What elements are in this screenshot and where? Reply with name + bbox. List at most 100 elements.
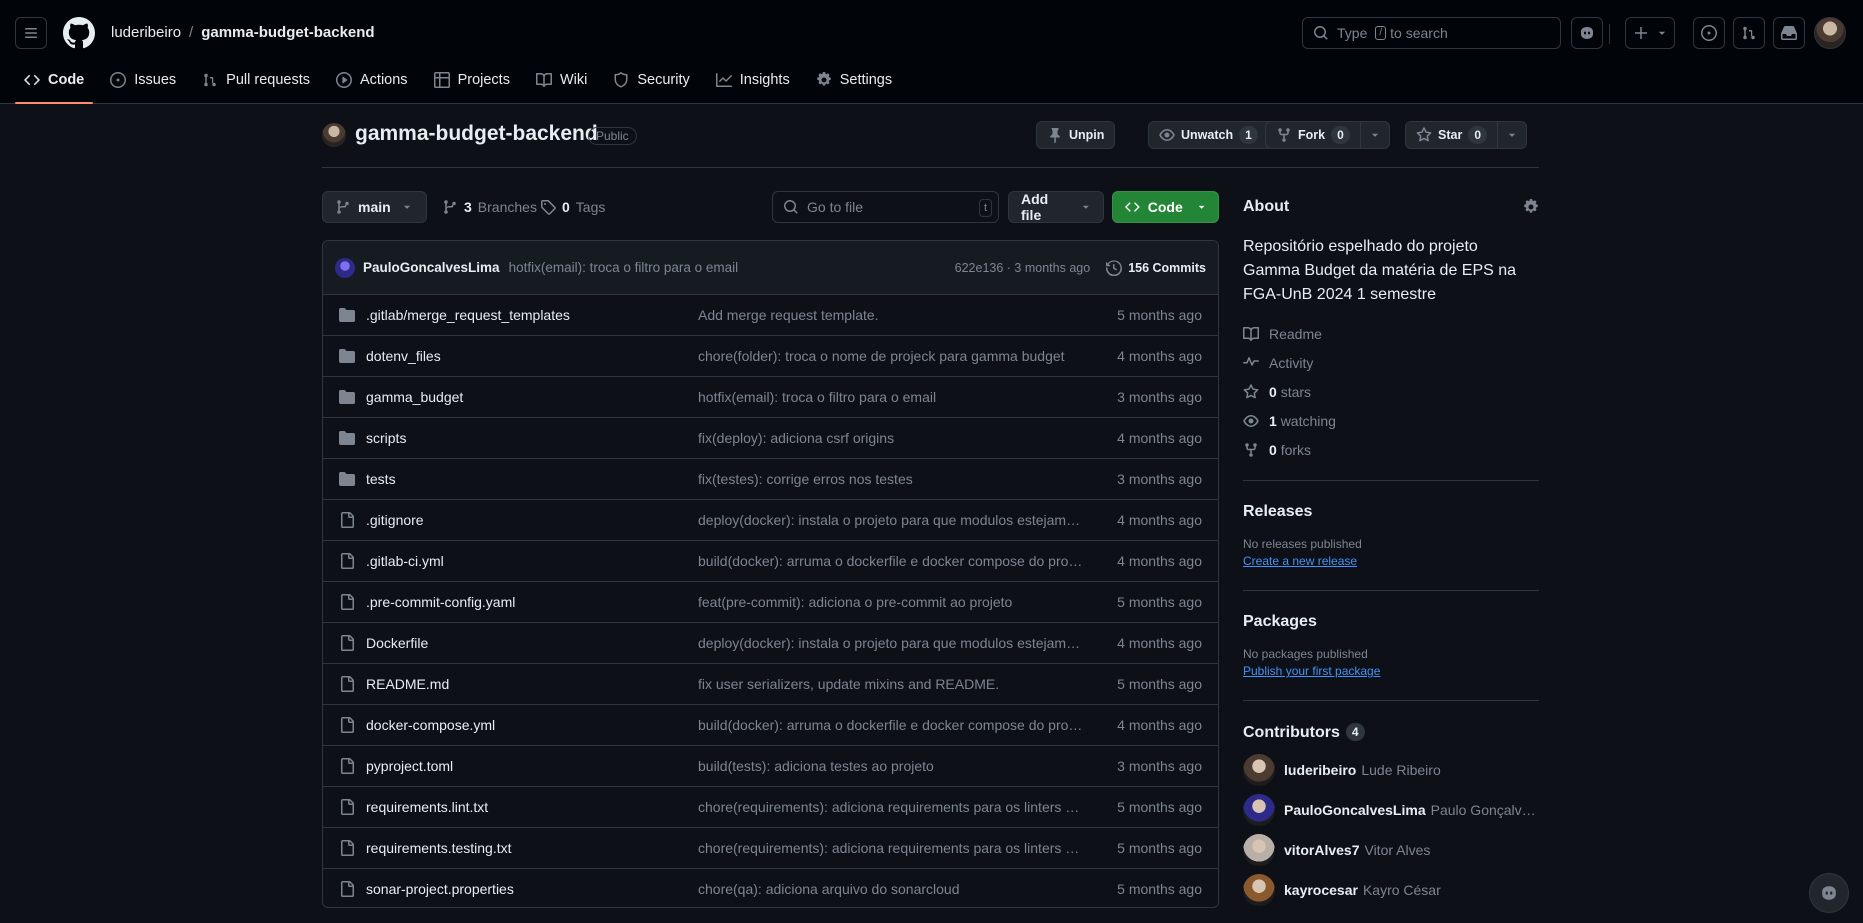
file-commit-message[interactable]: hotfix(email): troca o filtro para o ema… <box>698 389 1083 405</box>
star-button[interactable]: Star 0 <box>1405 121 1528 149</box>
contributor-login[interactable]: PauloGoncalvesLima <box>1284 802 1426 818</box>
breadcrumb-repo[interactable]: gamma-budget-backend <box>201 24 374 41</box>
code-button[interactable]: Code <box>1112 191 1219 223</box>
commit-author[interactable]: PauloGoncalvesLima <box>363 260 500 275</box>
file-commit-message[interactable]: build(docker): arruma o dockerfile e doc… <box>698 553 1083 569</box>
contributor-avatar[interactable] <box>1243 754 1275 786</box>
branches-link[interactable]: 3 Branches <box>442 191 537 223</box>
file-commit-message[interactable]: fix(deploy): adiciona csrf origins <box>698 430 1083 446</box>
commit-sha-time[interactable]: 622e136 · 3 months ago <box>955 261 1091 275</box>
commit-author-avatar[interactable] <box>335 257 355 278</box>
go-to-file-shortcut: t <box>978 199 992 217</box>
readme-link[interactable]: Readme <box>1243 319 1539 348</box>
file-name[interactable]: requirements.lint.txt <box>366 799 488 815</box>
add-file-button[interactable]: Add file <box>1008 191 1104 223</box>
file-name[interactable]: dotenv_files <box>366 348 441 364</box>
github-logo-icon[interactable] <box>63 17 95 49</box>
search-input[interactable]: Type / to search <box>1302 17 1561 49</box>
graph-icon <box>715 73 732 87</box>
contributor-login[interactable]: luderibeiro <box>1284 762 1356 778</box>
activity-link[interactable]: Activity <box>1243 348 1539 377</box>
fork-count: 0 <box>1331 126 1350 144</box>
file-commit-message[interactable]: deploy(docker): instala o projeto para q… <box>698 512 1083 528</box>
copilot-chat-button[interactable] <box>1809 873 1849 913</box>
contributor-avatar[interactable] <box>1243 794 1275 826</box>
tab-actions[interactable]: Actions <box>327 64 417 96</box>
file-name[interactable]: scripts <box>366 430 406 446</box>
contributor-item[interactable]: PauloGoncalvesLimaPaulo Gonçalves L… <box>1243 790 1539 830</box>
contributor-item[interactable]: luderibeiro Lude Ribeiro <box>1243 750 1539 790</box>
contributor-avatar[interactable] <box>1243 874 1275 906</box>
branch-select-button[interactable]: main <box>322 191 427 223</box>
file-name[interactable]: .gitlab/merge_request_templates <box>366 307 570 323</box>
copilot-button[interactable] <box>1571 17 1603 49</box>
fork-button[interactable]: Fork 0 <box>1265 121 1390 149</box>
tab-issues[interactable]: Issues <box>101 64 185 96</box>
contributor-login[interactable]: vitorAlves7 <box>1284 842 1359 858</box>
issues-button[interactable] <box>1693 17 1725 49</box>
file-commit-message[interactable]: chore(folder): troca o nome de projeck p… <box>698 348 1083 364</box>
user-avatar[interactable] <box>1814 17 1846 49</box>
table-row: requirements.testing.txt chore(requiremen… <box>323 828 1218 869</box>
file-name[interactable]: .pre-commit-config.yaml <box>366 594 515 610</box>
file-commit-message[interactable]: Add merge request template. <box>698 307 1083 323</box>
file-name[interactable]: Dockerfile <box>366 635 428 651</box>
contributors-title[interactable]: Contributors 4 <box>1243 723 1539 742</box>
tags-link[interactable]: 0 Tags <box>540 191 605 223</box>
tab-pull-requests[interactable]: Pull requests <box>193 64 319 96</box>
file-commit-message[interactable]: chore(qa): adiciona arquivo do sonarclou… <box>698 881 1083 897</box>
file-name[interactable]: README.md <box>366 676 449 692</box>
go-to-file-input[interactable]: Go to file t <box>772 191 999 223</box>
tab-insights[interactable]: Insights <box>707 64 799 96</box>
file-commit-message[interactable]: deploy(docker): instala o projeto para q… <box>698 635 1083 651</box>
file-commit-message[interactable]: fix(testes): corrige erros nos testes <box>698 471 1083 487</box>
tab-projects[interactable]: Projects <box>425 64 519 96</box>
tab-security[interactable]: Security <box>604 64 698 96</box>
file-commit-message[interactable]: build(tests): adiciona testes ao projeto <box>698 758 1083 774</box>
search-suffix: to search <box>1390 25 1448 41</box>
watching-link[interactable]: 1 watching <box>1243 406 1539 435</box>
star-dropdown[interactable] <box>1497 122 1526 148</box>
table-row: Dockerfile deploy(docker): instala o proj… <box>323 623 1218 664</box>
create-release-link[interactable]: Create a new release <box>1243 554 1539 568</box>
contributor-item[interactable]: kayrocesar Kayro César <box>1243 870 1539 910</box>
file-name[interactable]: sonar-project.properties <box>366 881 514 897</box>
repo-title[interactable]: gamma-budget-backend <box>355 122 598 146</box>
stars-link[interactable]: 0 stars <box>1243 377 1539 406</box>
file-name[interactable]: .gitignore <box>366 512 424 528</box>
tab-code[interactable]: Code <box>15 64 94 104</box>
contributor-item[interactable]: vitorAlves7 Vitor Alves <box>1243 830 1539 870</box>
packages-title[interactable]: Packages <box>1243 613 1539 631</box>
pull-requests-button[interactable] <box>1733 17 1765 49</box>
owner-avatar[interactable] <box>322 123 346 147</box>
fork-dropdown[interactable] <box>1359 122 1389 148</box>
gear-icon[interactable] <box>1523 199 1539 215</box>
file-name[interactable]: requirements.testing.txt <box>366 840 512 856</box>
commit-message[interactable]: hotfix(email): troca o filtro para o ema… <box>509 260 739 275</box>
file-name[interactable]: gamma_budget <box>366 389 463 405</box>
unpin-button[interactable]: Unpin <box>1036 121 1116 149</box>
contributor-login[interactable]: kayrocesar <box>1284 882 1358 898</box>
file-commit-message[interactable]: build(docker): arruma o dockerfile e doc… <box>698 717 1083 733</box>
file-name[interactable]: pyproject.toml <box>366 758 453 774</box>
file-icon <box>341 676 354 692</box>
file-name[interactable]: .gitlab-ci.yml <box>366 553 444 569</box>
file-commit-message[interactable]: chore(requirements): adiciona requiremen… <box>698 799 1083 815</box>
releases-title[interactable]: Releases <box>1243 503 1539 521</box>
file-commit-message[interactable]: fix user serializers, update mixins and … <box>698 676 1083 692</box>
triangle-down-icon <box>1658 31 1666 35</box>
tab-wiki[interactable]: Wiki <box>527 64 596 96</box>
forks-link[interactable]: 0 forks <box>1243 435 1539 464</box>
file-commit-message[interactable]: chore(requirements): adiciona requiremen… <box>698 840 1083 856</box>
file-name[interactable]: docker-compose.yml <box>366 717 495 733</box>
file-commit-message[interactable]: feat(pre-commit): adiciona o pre-commit … <box>698 594 1083 610</box>
create-new-button[interactable] <box>1625 17 1675 49</box>
contributor-avatar[interactable] <box>1243 834 1275 866</box>
breadcrumb-owner[interactable]: luderibeiro <box>111 24 181 41</box>
inbox-button[interactable] <box>1773 17 1805 49</box>
menu-icon[interactable] <box>15 17 47 49</box>
publish-package-link[interactable]: Publish your first package <box>1243 664 1539 678</box>
file-name[interactable]: tests <box>366 471 396 487</box>
tab-settings[interactable]: Settings <box>807 64 901 96</box>
commits-link[interactable]: 156 Commits <box>1106 260 1206 276</box>
